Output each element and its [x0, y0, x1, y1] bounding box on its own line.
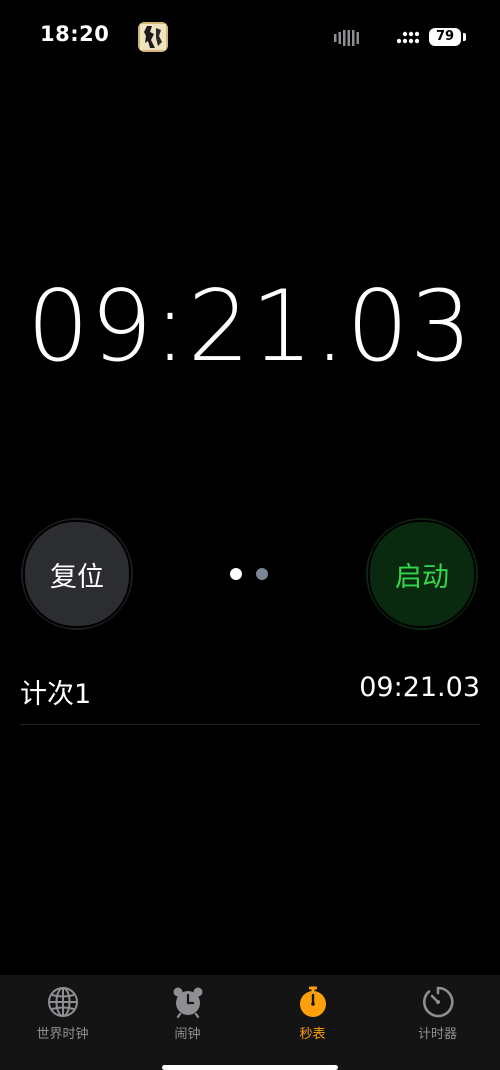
status-time: 18:20 — [40, 22, 110, 46]
page-dot-inactive[interactable] — [256, 568, 268, 580]
alarm-clock-icon — [173, 987, 202, 1019]
page-dot-active[interactable] — [230, 568, 242, 580]
stopwatch-icon — [299, 986, 326, 1017]
lap-time: 09:21.03 — [359, 672, 480, 703]
tab-alarm-label: 闹钟 — [174, 1027, 201, 1042]
signal-icon — [396, 31, 420, 44]
tab-world-clock-label: 世界时钟 — [36, 1027, 89, 1042]
tab-timer-label: 计时器 — [417, 1027, 457, 1042]
lap-row: 计次1 09:21.03 — [20, 662, 480, 725]
globe-icon — [47, 987, 78, 1017]
tab-stopwatch[interactable]: 秒表 — [250, 985, 375, 1045]
tab-world-clock[interactable]: 世界时钟 — [0, 985, 125, 1045]
reset-button[interactable]: 复位 — [21, 518, 133, 630]
tab-stopwatch-label: 秒表 — [299, 1027, 326, 1042]
app-thumbnail-icon — [138, 22, 168, 52]
start-button[interactable]: 启动 — [366, 518, 478, 630]
page-indicator[interactable] — [228, 567, 278, 581]
tab-bar: 世界时钟 闹钟 秒表 计时器 — [0, 975, 500, 1070]
start-button-label: 启动 — [395, 561, 449, 593]
stopwatch-screen: 18:20 79 09:21.03 复位 启动 计次1 09:21.03 世界时… — [0, 0, 500, 1070]
home-indicator[interactable] — [162, 1065, 338, 1070]
stopwatch-time-display: 09:21.03 — [26, 270, 474, 384]
timer-icon — [422, 986, 454, 1018]
lap-label: 计次1 — [20, 679, 92, 710]
tab-timer[interactable]: 计时器 — [375, 985, 500, 1045]
battery-icon: 79 — [429, 28, 461, 46]
reset-button-label: 复位 — [50, 561, 104, 593]
battery-tip — [463, 33, 466, 41]
tab-alarm[interactable]: 闹钟 — [125, 985, 250, 1045]
status-bar: 18:20 79 — [0, 0, 500, 76]
voice-bars-icon — [334, 30, 359, 46]
